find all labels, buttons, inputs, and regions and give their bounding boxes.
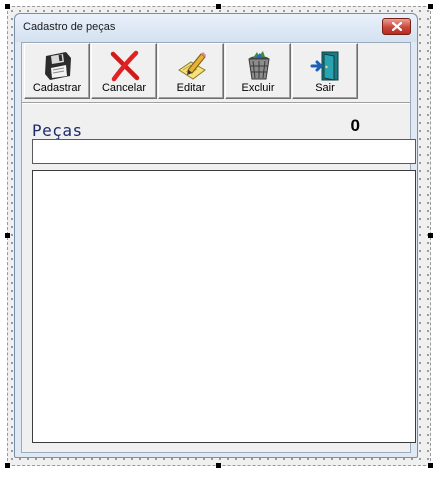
resize-handle-top-right[interactable] [428,4,433,9]
exit-door-icon [310,51,339,81]
editar-button[interactable]: Editar [158,43,224,99]
window-title: Cadastro de peças [23,21,116,33]
record-count: 0 [350,116,360,135]
resize-handle-top-left[interactable] [5,4,10,9]
edit-pencil-icon [178,52,206,80]
editar-label: Editar [176,82,206,94]
excluir-button[interactable]: Excluir [225,43,291,99]
resize-handle-bottom-left[interactable] [5,463,10,468]
close-button[interactable] [382,18,411,35]
search-input[interactable] [32,139,416,164]
resize-handle-middle-right[interactable] [428,233,433,238]
resize-handle-top-center[interactable] [216,4,221,9]
resize-handle-bottom-right[interactable] [428,463,433,468]
floppy-disk-icon [45,52,71,80]
toolbar-separator [22,102,410,104]
cancelar-button[interactable]: Cancelar [91,43,157,99]
cadastrar-label: Cadastrar [32,82,82,94]
close-icon [392,22,402,31]
resize-handle-middle-left[interactable] [5,233,10,238]
cadastrar-button[interactable]: Cadastrar [24,43,90,99]
cancelar-label: Cancelar [101,82,147,94]
excluir-label: Excluir [241,82,275,94]
parts-list[interactable] [32,170,416,443]
title-bar[interactable]: Cadastro de peças [15,14,417,42]
sair-button[interactable]: Sair [292,43,358,99]
trash-bin-icon [248,51,270,80]
resize-handle-bottom-center[interactable] [216,463,221,468]
section-title: Peças [32,121,83,140]
client-area: Cadastrar Cancelar Editar Excluir Sair P… [21,42,416,453]
toolbar: Cadastrar Cancelar Editar Excluir Sair [24,43,358,101]
red-x-icon [110,50,140,82]
sair-label: Sair [315,82,335,94]
form-window: Cadastro de peças Cadastrar Cancelar Edi… [14,13,418,458]
